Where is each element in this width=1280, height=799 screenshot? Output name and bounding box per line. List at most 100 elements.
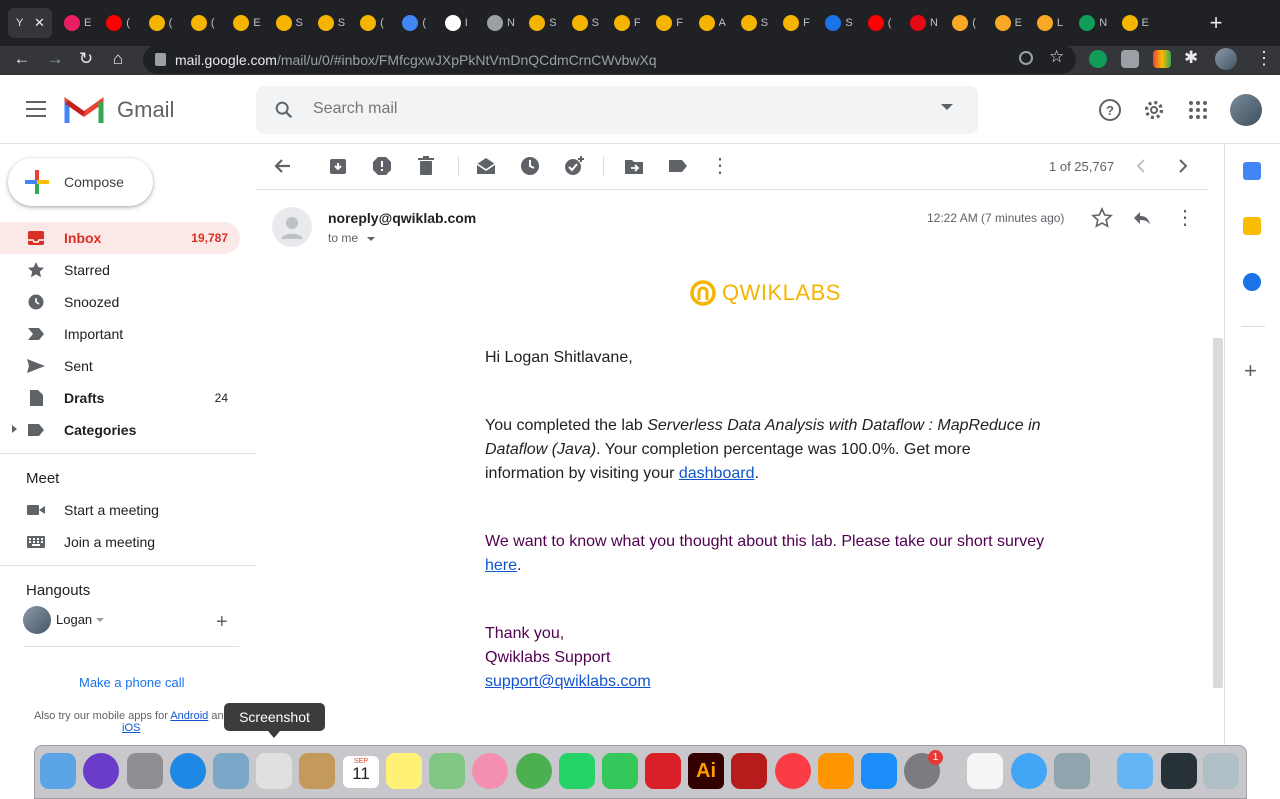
safari-app-icon[interactable] [170,753,206,789]
browser-menu-icon[interactable]: ⋮ [1255,48,1273,69]
browser-tab[interactable]: ( [183,8,225,38]
browser-tab[interactable]: F [648,8,690,38]
browser-tab[interactable]: E [987,8,1029,38]
music-app-icon[interactable] [775,753,811,789]
browser-tab[interactable]: N [902,8,944,38]
illustrator-app-icon[interactable]: Ai [688,753,724,789]
browser-tab[interactable]: A [691,8,733,38]
hangouts-user-name[interactable]: Logan [56,612,92,627]
downloads-folder-icon[interactable] [1117,753,1153,789]
search-input[interactable] [313,100,913,118]
browser-tab[interactable]: I [437,8,479,38]
snooze-clock-icon[interactable] [519,155,541,177]
sidebar-item-important[interactable]: Important [0,318,240,350]
contacts-app-icon[interactable] [299,753,335,789]
extension-color-icon[interactable] [1153,50,1171,68]
move-to-folder-icon[interactable] [623,155,645,177]
newer-chevron-left-icon[interactable] [1131,155,1153,177]
qwiklabs-logo[interactable]: QWIKLABS [690,280,841,306]
sender-avatar[interactable] [272,207,312,247]
browser-tab[interactable]: ( [944,8,986,38]
browser-tab[interactable]: S [268,8,310,38]
sidebar-item-drafts[interactable]: Drafts 24 [0,382,240,414]
browser-tab[interactable]: S [817,8,859,38]
extension-shield-icon[interactable] [1089,50,1107,68]
extensions-puzzle-icon[interactable]: ✱ [1184,48,1198,68]
gmail-wordmark[interactable]: Gmail [117,97,174,123]
start-meeting-item[interactable]: Start a meeting [0,494,240,526]
browser-tab[interactable]: E [56,8,98,38]
android-link[interactable]: Android [170,710,208,722]
screenshot-app-icon[interactable] [256,753,292,789]
archive-icon[interactable] [327,155,349,177]
extension-box-icon[interactable] [1121,50,1139,68]
help-icon[interactable]: ? [1098,98,1122,122]
sender-email[interactable]: noreply@qwiklab.com [328,210,476,226]
show-details-icon[interactable] [367,236,376,241]
browser-tab[interactable]: F [606,8,648,38]
creative-cloud-app-icon[interactable] [645,753,681,789]
labels-icon[interactable] [667,155,689,177]
browser-tab[interactable]: N [479,8,521,38]
support-email-link[interactable]: support@qwiklabs.com [485,673,651,690]
browser-tab[interactable]: S [564,8,606,38]
sidebar-item-inbox[interactable]: Inbox 19,787 [0,222,240,254]
recipient-details[interactable]: to me [328,231,376,245]
browser-tab[interactable]: F [775,8,817,38]
browser-tab[interactable]: E [1114,8,1156,38]
preview-app-icon[interactable] [213,753,249,789]
app-store-app-icon[interactable] [861,753,897,789]
bookmark-star-icon[interactable]: ☆ [1049,47,1064,67]
address-bar[interactable]: mail.google.com/mail/u/0/#inbox/FMfcgxwJ… [143,45,1076,74]
main-menu-icon[interactable] [26,101,46,117]
expand-categories-icon[interactable] [12,425,17,433]
browser-tab[interactable]: N [1071,8,1113,38]
older-chevron-right-icon[interactable] [1171,155,1193,177]
gmail-logo-icon[interactable] [64,96,104,124]
trash-icon[interactable] [1203,753,1239,789]
settings-gear-icon[interactable] [1142,98,1166,122]
browser-tab[interactable]: ( [352,8,394,38]
photo-booth-app-icon[interactable] [731,753,767,789]
dashboard-link[interactable]: dashboard [679,465,755,482]
search-options-icon[interactable] [941,104,953,110]
facetime-app-icon[interactable] [602,753,638,789]
sidebar-item-snoozed[interactable]: Snoozed [0,286,240,318]
keep-icon[interactable] [1243,217,1261,235]
books-app-icon[interactable] [818,753,854,789]
notes-app-icon[interactable] [386,753,422,789]
tasks-icon[interactable] [1243,273,1261,291]
report-spam-icon[interactable] [371,155,393,177]
whatsapp-app-icon[interactable] [559,753,595,789]
browser-tab[interactable]: L [1029,8,1071,38]
calendar-icon[interactable] [1243,162,1261,180]
more-options-icon[interactable]: ⋮ [710,153,730,178]
calendar-app-icon[interactable]: SEP 11 [343,756,379,788]
star-icon[interactable] [1091,207,1113,229]
new-conversation-plus-icon[interactable]: + [216,611,228,634]
compose-button[interactable]: Compose [8,158,153,206]
back-to-inbox-icon[interactable] [271,155,293,177]
hangouts-user-avatar[interactable] [23,606,51,634]
maps-app-icon[interactable] [429,753,465,789]
survey-link[interactable]: here [485,557,517,574]
delete-trash-icon[interactable] [415,155,437,177]
image-capture-app-icon[interactable] [1054,753,1090,789]
browser-tab[interactable]: E [225,8,267,38]
textedit-app-icon[interactable] [967,753,1003,789]
get-addons-plus-icon[interactable]: + [1244,358,1257,384]
message-more-icon[interactable]: ⋮ [1175,205,1195,230]
finder-app-icon[interactable] [40,753,76,789]
browser-tab[interactable]: ( [860,8,902,38]
terminal-app-icon[interactable] [1161,753,1197,789]
account-avatar[interactable] [1230,94,1262,126]
browser-tab[interactable]: S [310,8,352,38]
tracking-icon[interactable] [1019,51,1033,65]
profile-avatar-icon[interactable] [1215,48,1237,70]
sidebar-item-sent[interactable]: Sent [0,350,240,382]
search-icon[interactable] [273,99,295,121]
scrollbar-thumb[interactable] [1213,338,1223,688]
browser-tab[interactable]: ( [394,8,436,38]
launchpad-app-icon[interactable] [127,753,163,789]
mark-unread-icon[interactable] [475,155,497,177]
